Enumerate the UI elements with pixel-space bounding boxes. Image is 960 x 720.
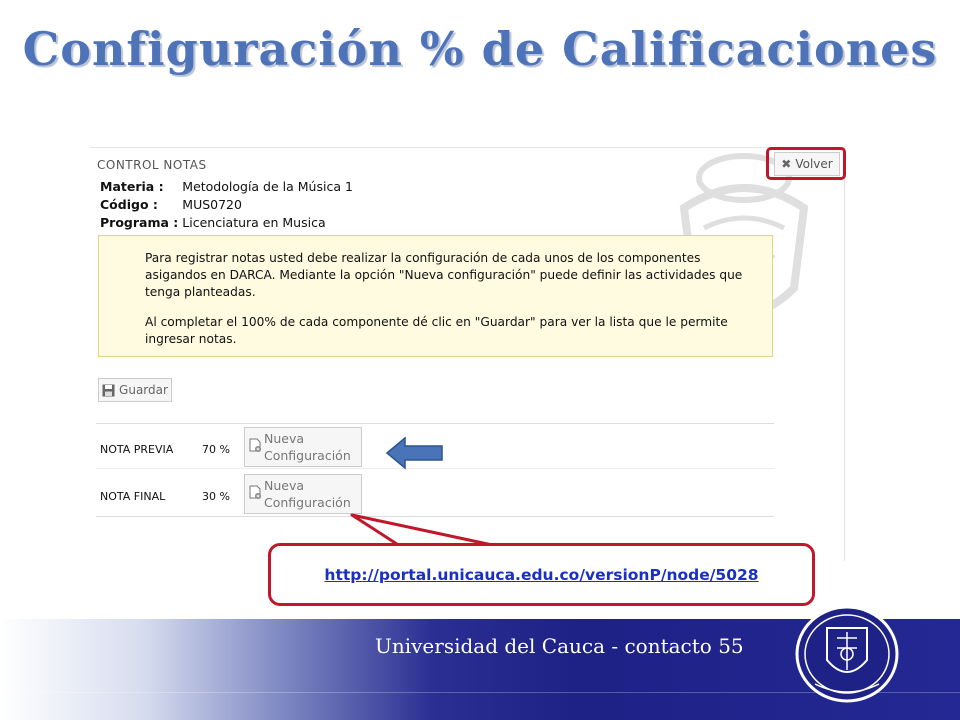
- panel-title: CONTROL NOTAS: [97, 158, 207, 172]
- left-arrow-icon: [385, 436, 443, 470]
- info-label: Programa :: [100, 215, 179, 230]
- divider: [96, 516, 774, 517]
- divider: [96, 423, 774, 424]
- save-icon: [102, 384, 115, 396]
- notice-paragraph-1: Para registrar notas usted debe realizar…: [145, 251, 743, 299]
- info-label: Materia :: [100, 179, 164, 194]
- slide-title: Configuración % de Calificaciones: [22, 22, 938, 76]
- notice-box: Para registrar notas usted debe realizar…: [98, 235, 773, 357]
- info-row-materia: Materia : Metodología de la Música 1: [100, 178, 353, 196]
- info-row-codigo: Código : MUS0720: [100, 196, 353, 214]
- component-row-nota-final: NOTA FINAL 30 %: [100, 490, 230, 503]
- info-label: Código :: [100, 197, 158, 212]
- info-value: Metodología de la Música 1: [182, 179, 353, 194]
- info-row-programa: Programa : Licenciatura en Musica: [100, 214, 353, 232]
- nueva-configuracion-button-previa[interactable]: Nueva Configuración: [244, 427, 362, 467]
- component-name: NOTA FINAL: [100, 490, 166, 503]
- nueva-configuracion-button-final[interactable]: Nueva Configuración: [244, 474, 362, 514]
- button-line-1: Nueva: [264, 478, 305, 493]
- info-value: MUS0720: [182, 197, 242, 212]
- new-document-icon: [249, 438, 261, 452]
- footer-text: Universidad del Cauca - contacto 55: [375, 634, 744, 658]
- button-line-2: Configuración: [264, 448, 351, 463]
- component-percent: 70 %: [202, 443, 230, 456]
- button-line-2: Configuración: [264, 495, 351, 510]
- component-row-nota-previa: NOTA PREVIA 70 %: [100, 443, 230, 456]
- portal-link[interactable]: http://portal.unicauca.edu.co/versionP/n…: [324, 566, 758, 584]
- volver-highlight-box: [766, 147, 846, 180]
- guardar-button[interactable]: Guardar: [98, 378, 172, 402]
- button-line-1: Nueva: [264, 431, 305, 446]
- new-document-icon: [249, 485, 261, 499]
- university-seal-icon: [795, 605, 899, 703]
- link-callout: http://portal.unicauca.edu.co/versionP/n…: [268, 543, 815, 606]
- guardar-label: Guardar: [119, 383, 168, 397]
- course-info: Materia : Metodología de la Música 1 Cód…: [100, 178, 353, 232]
- component-percent: 30 %: [202, 490, 230, 503]
- control-notas-panel: CONTROL NOTAS ✖ Volver Materia : Metodol…: [90, 147, 845, 561]
- component-name: NOTA PREVIA: [100, 443, 174, 456]
- info-value: Licenciatura en Musica: [182, 215, 326, 230]
- notice-paragraph-2: Al completar el 100% de cada componente …: [145, 315, 728, 346]
